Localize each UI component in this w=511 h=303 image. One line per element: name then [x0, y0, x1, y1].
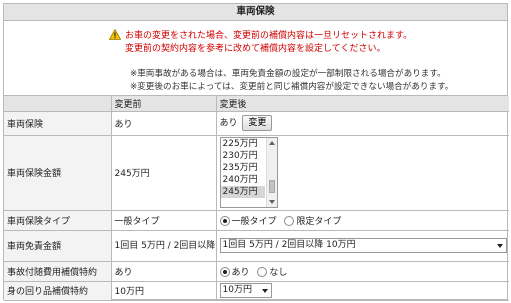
radio-no-label[interactable]: なし — [269, 268, 287, 278]
amount-option-selected[interactable]: 245万円 — [220, 186, 265, 198]
radio-general-label[interactable]: 一般タイプ — [232, 217, 277, 227]
warning-line-1: お車の変更をされた場合、変更前の補償内容は一旦リセットされます。 — [125, 31, 413, 41]
amount-listbox-cell: 225万円 230万円 235万円 240万円 245万円 — [216, 135, 509, 211]
radio-yes[interactable] — [219, 266, 230, 277]
section-title: 車両保険 — [4, 4, 507, 21]
after-vehicle-insurance: あり — [219, 118, 238, 129]
table-row: 車両保険金額 245万円 225万円 230万円 235万円 240万円 245… — [4, 135, 509, 211]
amount-option[interactable]: 225万円 — [221, 138, 265, 150]
table-header-row: 変更前 変更後 — [4, 96, 509, 112]
amount-option[interactable]: 235万円 — [221, 162, 265, 174]
row-label-deductible: 車両免責金額 — [4, 230, 112, 262]
chevron-down-icon — [496, 244, 503, 248]
row-label-type: 車両保険タイプ — [4, 210, 112, 231]
note-line-2: ※変更後のお車によっては、変更前と同じ補償内容が設定できない場合があります。 — [130, 82, 454, 92]
row-label-vehicle-insurance: 車両保険 — [4, 111, 112, 136]
belongings-select-value: 10万円 — [222, 285, 252, 295]
scroll-up-icon[interactable] — [268, 141, 275, 145]
radio-limited-label[interactable]: 限定タイプ — [296, 217, 341, 227]
table-row: 車両保険タイプ 一般タイプ 一般タイプ 限定タイプ — [4, 210, 509, 231]
deductible-select-value: 1回目 5万円 / 2回目以降 10万円 — [222, 240, 356, 250]
amount-option[interactable]: 240万円 — [221, 174, 265, 186]
belongings-select-cell: 10万円 — [216, 281, 509, 301]
before-deductible: 1回目 5万円 / 2回目以降 10万円 — [111, 230, 217, 262]
radio-no[interactable] — [257, 266, 268, 277]
radio-yes-label[interactable]: あり — [232, 268, 250, 278]
amount-option[interactable]: 230万円 — [221, 150, 265, 162]
table-row: 事故付随費用補償特約 あり あり なし — [4, 261, 509, 282]
before-type: 一般タイプ — [111, 210, 217, 231]
table-row: 身の回り品補償特約 10万円 10万円 — [4, 281, 509, 301]
note-line-1: ※車両事故がある場合は、車両免責金額の設定が一部制限される場合があります。 — [130, 69, 446, 79]
listbox-scrollbar[interactable] — [265, 138, 277, 207]
before-belongings: 10万円 — [111, 281, 217, 301]
row-label-amount: 車両保険金額 — [4, 135, 112, 211]
before-accident-costs: あり — [111, 261, 217, 282]
chevron-down-icon — [261, 289, 268, 293]
deductible-select-cell: 1回目 5万円 / 2回目以降 10万円 — [216, 230, 509, 262]
before-amount: 245万円 — [111, 135, 217, 211]
table-row: 車両免責金額 1回目 5万円 / 2回目以降 10万円 1回目 5万円 / 2回… — [4, 230, 509, 262]
before-vehicle-insurance: あり — [111, 111, 217, 136]
row-label-accident-costs: 事故付随費用補償特約 — [4, 261, 112, 282]
warning-line-2: 変更前の契約内容を参考に改めて補償内容を設定してください。 — [125, 44, 386, 54]
after-vehicle-insurance-cell: あり 変更 — [216, 111, 509, 136]
scroll-thumb[interactable] — [268, 180, 275, 193]
notice-area: お車の変更をされた場合、変更前の補償内容は一旦リセットされます。 変更前の契約内… — [4, 21, 507, 96]
type-radio-cell: 一般タイプ 限定タイプ — [216, 210, 509, 231]
scroll-down-icon[interactable] — [268, 200, 275, 204]
vehicle-insurance-panel: 車両保険 お車の変更をされた場合、変更前の補償内容は一旦リセットされます。 変更… — [3, 3, 509, 301]
row-label-belongings: 身の回り品補償特約 — [4, 281, 112, 301]
accident-costs-radio-cell: あり なし — [216, 261, 509, 282]
column-before: 変更前 — [111, 96, 217, 112]
radio-general[interactable] — [219, 215, 230, 226]
amount-listbox[interactable]: 225万円 230万円 235万円 240万円 245万円 — [219, 137, 278, 208]
warning-icon — [109, 29, 121, 40]
comparison-table: 変更前 変更後 車両保険 あり あり 変更 車両保険金額 245万円 225万円… — [4, 96, 509, 301]
table-row: 車両保険 あり あり 変更 — [4, 111, 509, 136]
change-button[interactable]: 変更 — [242, 115, 273, 131]
belongings-select[interactable]: 10万円 — [219, 283, 272, 298]
deductible-select[interactable]: 1回目 5万円 / 2回目以降 10万円 — [219, 238, 507, 253]
header-blank — [4, 96, 112, 112]
radio-limited[interactable] — [284, 215, 295, 226]
column-after: 変更後 — [216, 96, 509, 112]
